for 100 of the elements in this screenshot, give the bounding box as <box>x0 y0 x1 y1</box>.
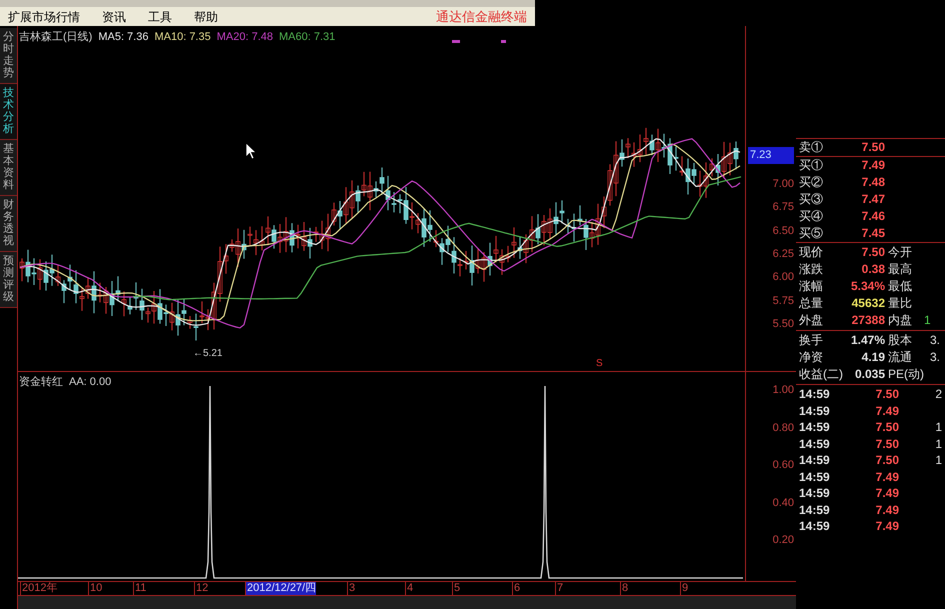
time-axis-label: 2012/12/27/四 <box>245 582 316 595</box>
quote-value: 0.38 <box>860 261 885 278</box>
quote-label: 外盘 <box>799 312 824 329</box>
quote-label: 最高 <box>888 261 913 278</box>
time-axis-label: 8 <box>620 582 628 595</box>
trade-time: 14:59 <box>799 518 831 534</box>
quote-value: 3. <box>930 332 940 349</box>
axis-label: 0.80 <box>772 420 794 436</box>
trade-time: 14:59 <box>799 502 831 518</box>
moving-average-label: MA10: 7.35 <box>154 30 211 45</box>
quote-price: 7.47 <box>860 191 885 208</box>
quote-price: 7.50 <box>860 139 885 156</box>
quote-value: 4.19 <box>860 349 885 366</box>
brand-title: 通达信金融终端 <box>436 8 527 26</box>
menu-item[interactable]: 扩展市场行情 <box>8 8 80 26</box>
indicator-title: 资金转红 <box>19 375 63 390</box>
quote-label: 买② <box>799 174 824 191</box>
time-axis-label: 9 <box>680 582 688 595</box>
axis-label: 6.00 <box>772 270 794 286</box>
quote-label: 股本 <box>888 332 913 349</box>
quote-label: 量比 <box>888 295 913 312</box>
mouse-cursor-icon <box>245 142 257 160</box>
trade-time: 14:59 <box>799 402 831 419</box>
quote-label: 现价 <box>799 244 824 261</box>
trade-price: 7.49 <box>874 402 899 419</box>
menu-item[interactable]: 工具 <box>148 8 172 26</box>
indicator-value: AA: 0.00 <box>69 375 112 390</box>
time-axis-label: 4 <box>405 582 414 595</box>
time-axis-label: 5 <box>452 582 460 595</box>
marker-icon <box>501 40 506 43</box>
trade-time: 14:59 <box>799 386 831 402</box>
time-axis-label: 10 <box>88 582 102 595</box>
quote-label: 今开 <box>888 244 913 261</box>
quote-value: 45632 <box>850 295 885 312</box>
trade-price: 7.49 <box>874 502 899 518</box>
axis-label: 0.40 <box>772 496 794 510</box>
time-axis-label: 7 <box>555 582 564 595</box>
trade-volume: 1 <box>935 436 942 452</box>
side-tab[interactable]: 基本资料 <box>0 140 17 196</box>
quote-label: 内盘 <box>888 312 913 329</box>
quote-value: 1.47% <box>850 332 885 349</box>
trade-price: 7.50 <box>874 452 899 468</box>
axis-label: 6.75 <box>772 200 794 216</box>
axis-label: 6.50 <box>772 224 794 239</box>
trade-price: 7.50 <box>874 436 899 452</box>
time-axis-label: 11 <box>133 582 146 595</box>
quote-value: 5.34% <box>850 278 885 295</box>
trade-price: 7.49 <box>874 518 899 534</box>
axis-label: 5.75 <box>772 294 794 308</box>
quote-price: 7.46 <box>860 208 885 225</box>
axis-label: 7.00 <box>772 177 794 192</box>
side-tab[interactable]: 技术分析 <box>0 84 17 140</box>
quote-value: 27388 <box>850 312 885 329</box>
side-tab[interactable]: 分时走势 <box>0 28 17 84</box>
menu-item[interactable]: 资讯 <box>102 8 126 26</box>
quote-price: 7.45 <box>860 225 885 242</box>
trade-price: 7.49 <box>874 468 899 485</box>
time-axis-label: 12 <box>194 582 208 595</box>
side-tab[interactable]: 预测评级 <box>0 252 17 308</box>
menu-item[interactable]: 帮助 <box>194 8 218 26</box>
trade-time: 14:59 <box>799 419 831 436</box>
chart-title: 吉林森工(日线) <box>19 30 92 45</box>
time-axis-label: 3 <box>347 582 356 595</box>
quote-label: 买③ <box>799 191 824 208</box>
quote-label: 流通 <box>888 349 913 366</box>
trade-time: 14:59 <box>799 485 831 502</box>
current-price-tag: 7.23 <box>748 147 794 164</box>
time-axis-label: 6 <box>512 582 520 595</box>
quote-label: 涨幅 <box>799 278 824 295</box>
quote-label: 买① <box>799 157 824 174</box>
trade-time: 14:59 <box>799 436 831 452</box>
trade-time: 14:59 <box>799 452 831 468</box>
quote-label: 最低 <box>888 278 913 295</box>
quote-label: 净资 <box>799 349 824 366</box>
quote-label: 收益(二) <box>799 366 841 383</box>
quote-label: 换手 <box>799 332 824 349</box>
quote-price: 7.48 <box>860 174 885 191</box>
quote-label: 买④ <box>799 208 824 225</box>
trade-price: 7.50 <box>874 419 899 436</box>
signal-marker: S <box>596 357 603 371</box>
trade-volume: 1 <box>935 452 942 468</box>
marker-icon <box>452 40 460 43</box>
moving-average-label: MA60: 7.31 <box>279 30 336 45</box>
quote-value: 7.50 <box>860 244 885 261</box>
quote-value: 0.035 <box>854 366 885 383</box>
quote-label: 买⑤ <box>799 225 824 242</box>
trade-time: 14:59 <box>799 468 831 485</box>
moving-average-label: MA5: 7.36 <box>98 30 148 45</box>
quote-value: 1 <box>924 312 931 329</box>
side-tab[interactable]: 财务透视 <box>0 196 17 252</box>
axis-label: 0.60 <box>772 458 794 473</box>
quote-label: 涨跌 <box>799 261 824 278</box>
low-price-label: ←5.21 <box>193 347 222 361</box>
moving-average-label: MA20: 7.48 <box>216 30 273 45</box>
axis-label: 6.25 <box>772 246 794 262</box>
axis-label: 1.00 <box>772 383 794 398</box>
quote-label: PE(动) <box>888 366 925 383</box>
axis-label: 5.50 <box>772 316 794 332</box>
quote-value: 3. <box>930 349 940 366</box>
trade-price: 7.49 <box>874 485 899 502</box>
